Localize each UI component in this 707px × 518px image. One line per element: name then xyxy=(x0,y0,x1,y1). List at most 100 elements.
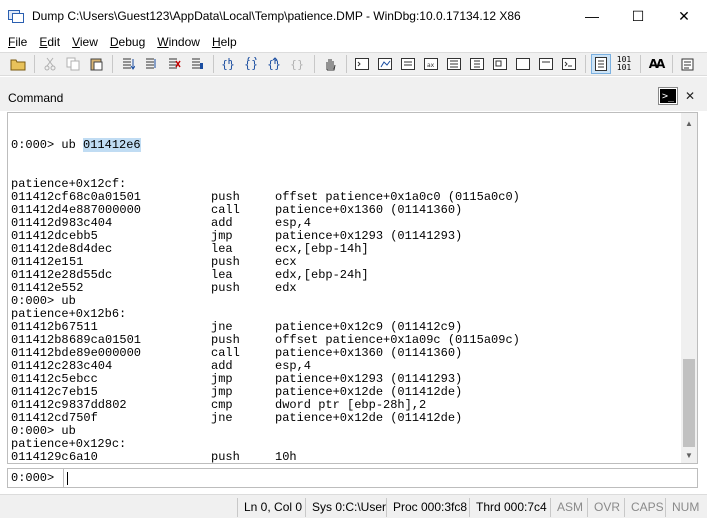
menu-debug[interactable]: Debug xyxy=(104,35,151,49)
watch-button[interactable] xyxy=(375,54,395,74)
registers-button[interactable]: ax xyxy=(421,54,441,74)
command-prompt-label: 0:000> xyxy=(8,469,64,487)
hand-button[interactable] xyxy=(320,54,340,74)
brace-step-out-icon: {} xyxy=(267,57,281,71)
disasm-mnemonic: jne xyxy=(211,411,233,425)
step-out-button[interactable]: {} xyxy=(265,54,285,74)
options-icon xyxy=(681,58,694,71)
disassembly-icon xyxy=(493,58,507,70)
restart-icon xyxy=(192,58,203,69)
status-position: Ln 0, Col 0 xyxy=(237,498,308,517)
output-text: patience+0x129c: xyxy=(11,437,127,451)
locals-icon xyxy=(401,58,415,70)
copy-icon xyxy=(66,57,80,71)
toolbar: {} {} {} {} ax 101 101 AA xyxy=(0,52,707,76)
scroll-up-icon[interactable]: ▲ xyxy=(681,115,697,131)
first-prompt: 0:000> ub xyxy=(11,138,84,152)
title-bar: Dump C:\Users\Guest123\AppData\Local\Tem… xyxy=(0,0,707,32)
break-icon xyxy=(169,58,181,69)
command-window-icon xyxy=(355,58,369,70)
source-mode-icon xyxy=(595,57,607,71)
svg-text:{}: {} xyxy=(221,58,235,71)
scroll-down-icon[interactable]: ▼ xyxy=(681,447,697,463)
call-stack-icon xyxy=(470,58,484,70)
disassembly-button[interactable] xyxy=(490,54,510,74)
brace-cursor-icon: {} xyxy=(290,58,304,71)
hex-display-button[interactable]: 101 101 xyxy=(614,54,634,74)
restart-button[interactable] xyxy=(187,54,207,74)
call-stack-button[interactable] xyxy=(467,54,487,74)
source-mode-button[interactable] xyxy=(591,54,611,74)
status-sys: Sys 0:C:\User xyxy=(305,498,392,517)
output-lines: 0:000> ub 011412e6 patience+0x12cf: 01141… xyxy=(11,113,520,463)
windbg-app-icon[interactable] xyxy=(8,8,24,24)
output-scrollbar[interactable]: ▲ ▼ xyxy=(681,112,698,464)
command-pane-close-icon[interactable]: ✕ xyxy=(682,88,698,104)
selected-address[interactable]: 011412e6 xyxy=(83,138,141,152)
status-bar: Ln 0, Col 0 Sys 0:C:\User Proc 000:3fc8 … xyxy=(0,494,707,518)
step-into-icon xyxy=(123,58,135,70)
window-title: Dump C:\Users\Guest123\AppData\Local\Tem… xyxy=(32,8,521,23)
menu-file[interactable]: File xyxy=(2,35,33,49)
command-browser-button[interactable] xyxy=(559,54,579,74)
output-text: 0:000> ub xyxy=(11,424,76,438)
copy-button[interactable] xyxy=(63,54,83,74)
output-text: patience+0x12b6: xyxy=(11,307,127,321)
clipboard-icon xyxy=(90,58,103,71)
watch-icon xyxy=(378,58,392,70)
break-button[interactable] xyxy=(164,54,184,74)
scrollbar-thumb[interactable] xyxy=(683,359,695,447)
disasm-operands: patience+0x12de (011412de) xyxy=(275,411,463,425)
memory-icon xyxy=(447,58,461,70)
scissors-icon xyxy=(44,57,56,71)
menu-window[interactable]: Window xyxy=(151,35,206,49)
disasm-operands: edx xyxy=(275,281,297,295)
open-file-button[interactable] xyxy=(8,54,28,74)
status-proc: Proc 000:3fc8 xyxy=(386,498,473,517)
command-browser-icon xyxy=(562,58,576,70)
step-over-source-button[interactable]: {} xyxy=(242,54,262,74)
font-button[interactable]: AA xyxy=(646,54,666,74)
svg-text:ax: ax xyxy=(427,62,435,69)
run-to-cursor-button[interactable]: {} xyxy=(288,54,308,74)
output-text: patience+0x12cf: xyxy=(11,177,127,191)
svg-text:{}: {} xyxy=(290,58,304,71)
memory-button[interactable] xyxy=(444,54,464,74)
options-button[interactable] xyxy=(678,54,698,74)
status-thrd: Thrd 000:7c4 xyxy=(469,498,553,517)
cut-button[interactable] xyxy=(40,54,60,74)
maximize-button[interactable]: ☐ xyxy=(615,0,661,32)
step-in-source-button[interactable]: {} xyxy=(219,54,239,74)
registers-icon: ax xyxy=(424,58,438,70)
command-output[interactable]: 0:000> ub 011412e6 patience+0x12cf: 01141… xyxy=(7,112,681,464)
step-into-button[interactable] xyxy=(118,54,138,74)
status-num: NUM xyxy=(665,498,705,517)
locals-button[interactable] xyxy=(398,54,418,74)
step-over-icon xyxy=(146,58,156,69)
status-asm: ASM xyxy=(550,498,589,517)
output-text: 0:000> ub xyxy=(11,294,76,308)
menu-view[interactable]: View xyxy=(66,35,104,49)
scratch-pad-icon xyxy=(516,58,530,70)
svg-text:{}: {} xyxy=(267,58,281,71)
close-button[interactable]: ✕ xyxy=(661,0,707,32)
menu-bar: File Edit View Debug Window Help xyxy=(0,32,707,51)
first-command-line: 0:000> ub 011412e6 xyxy=(11,138,141,152)
command-window-button[interactable] xyxy=(352,54,372,74)
command-input[interactable] xyxy=(66,471,686,486)
command-prompt-icon[interactable]: >_ xyxy=(658,87,678,105)
minimize-button[interactable]: — xyxy=(569,0,615,32)
hand-icon xyxy=(326,59,336,71)
command-pane-header: Command xyxy=(0,77,707,111)
processes-icon xyxy=(539,58,553,70)
paste-button[interactable] xyxy=(86,54,106,74)
menu-edit[interactable]: Edit xyxy=(33,35,66,49)
scratch-pad-button[interactable] xyxy=(513,54,533,74)
menu-help[interactable]: Help xyxy=(206,35,243,49)
step-over-button[interactable] xyxy=(141,54,161,74)
font-label: AA xyxy=(648,57,666,71)
folder-icon xyxy=(10,59,26,71)
processes-threads-button[interactable] xyxy=(536,54,556,74)
disasm-mnemonic: push xyxy=(211,281,240,295)
command-input-row: 0:000> xyxy=(7,468,698,488)
